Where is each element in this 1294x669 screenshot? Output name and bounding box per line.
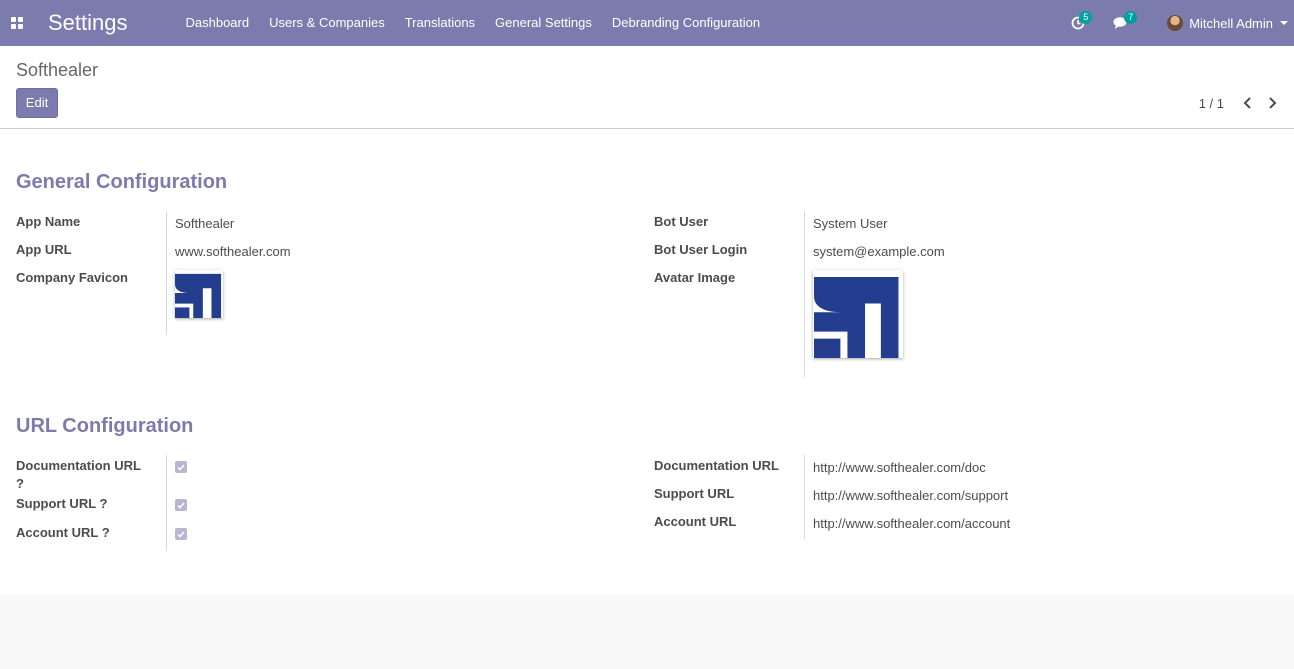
breadcrumb: Softhealer <box>16 60 99 80</box>
avatar-image-label: Avatar Image <box>654 270 736 285</box>
bot-user-label: Bot User <box>654 214 709 229</box>
company-favicon-image[interactable] <box>175 270 223 318</box>
message-count-badge: 7 <box>1124 11 1138 24</box>
pager-value[interactable]: 1 / 1 <box>1199 96 1224 111</box>
systray: 5 7 Mitchell Admin <box>1061 0 1294 46</box>
account-url-value[interactable]: http://www.softhealer.com/account <box>813 516 1010 531</box>
documentation-url-check-label: Documentation URL ? <box>16 457 141 493</box>
user-menu[interactable]: Mitchell Admin <box>1153 15 1294 31</box>
menu-users-companies[interactable]: Users & Companies <box>259 0 395 46</box>
bot-user-login-label: Bot User Login <box>654 242 748 257</box>
main-menu: Dashboard Users & Companies Translations… <box>176 0 771 46</box>
support-url-label: Support URL <box>654 486 735 501</box>
field-separator <box>166 455 167 551</box>
menu-general-settings[interactable]: General Settings <box>485 0 602 46</box>
documentation-url-check-label-line2: ? <box>16 476 24 491</box>
activity-count-badge: 5 <box>1079 11 1093 24</box>
bot-user-login-value: system@example.com <box>813 244 945 259</box>
avatar-image[interactable] <box>813 270 903 358</box>
form-sheet: General Configuration App Name Softheale… <box>0 129 1294 595</box>
edit-button[interactable]: Edit <box>16 88 58 118</box>
top-navbar: Settings Dashboard Users & Companies Tra… <box>0 0 1294 46</box>
menu-debranding-configuration[interactable]: Debranding Configuration <box>602 0 770 46</box>
activity-button[interactable]: 5 <box>1061 0 1095 46</box>
app-name-value: Softhealer <box>175 216 235 231</box>
pager: 1 / 1 <box>1199 94 1284 112</box>
user-avatar <box>1167 15 1184 31</box>
field-separator <box>804 455 805 539</box>
support-url-checkbox[interactable] <box>175 499 187 511</box>
documentation-url-checkbox[interactable] <box>175 461 187 473</box>
url-configuration-title: URL Configuration <box>16 415 194 437</box>
menu-dashboard[interactable]: Dashboard <box>176 0 260 46</box>
account-url-label: Account URL <box>654 514 737 529</box>
chevron-left-icon[interactable] <box>1236 94 1260 112</box>
support-url-value[interactable]: http://www.softhealer.com/support <box>813 488 1008 503</box>
general-configuration-title: General Configuration <box>16 171 228 193</box>
documentation-url-check-label-line1: Documentation URL <box>16 458 141 473</box>
check-icon <box>177 531 185 538</box>
chevron-right-icon[interactable] <box>1260 94 1284 112</box>
user-name: Mitchell Admin <box>1189 15 1273 31</box>
app-url-value: www.softhealer.com <box>175 244 291 259</box>
app-name-label: App Name <box>16 214 81 229</box>
messages-button[interactable]: 7 <box>1103 0 1139 46</box>
account-url-check-label: Account URL ? <box>16 525 110 540</box>
app-url-label: App URL <box>16 242 72 257</box>
bot-user-value: System User <box>813 216 888 231</box>
control-panel: Softhealer Edit 1 / 1 <box>0 46 1294 129</box>
apps-menu-icon[interactable] <box>0 0 34 46</box>
field-separator <box>166 211 167 335</box>
caret-down-icon <box>1280 21 1288 25</box>
documentation-url-label: Documentation URL <box>654 458 779 473</box>
company-favicon-label: Company Favicon <box>16 270 128 285</box>
menu-translations[interactable]: Translations <box>395 0 485 46</box>
documentation-url-value[interactable]: http://www.softhealer.com/doc <box>813 460 986 475</box>
app-title[interactable]: Settings <box>48 10 128 36</box>
check-icon <box>177 464 185 471</box>
account-url-checkbox[interactable] <box>175 528 187 540</box>
check-icon <box>177 502 185 509</box>
field-separator <box>804 211 805 377</box>
support-url-check-label: Support URL ? <box>16 496 108 511</box>
